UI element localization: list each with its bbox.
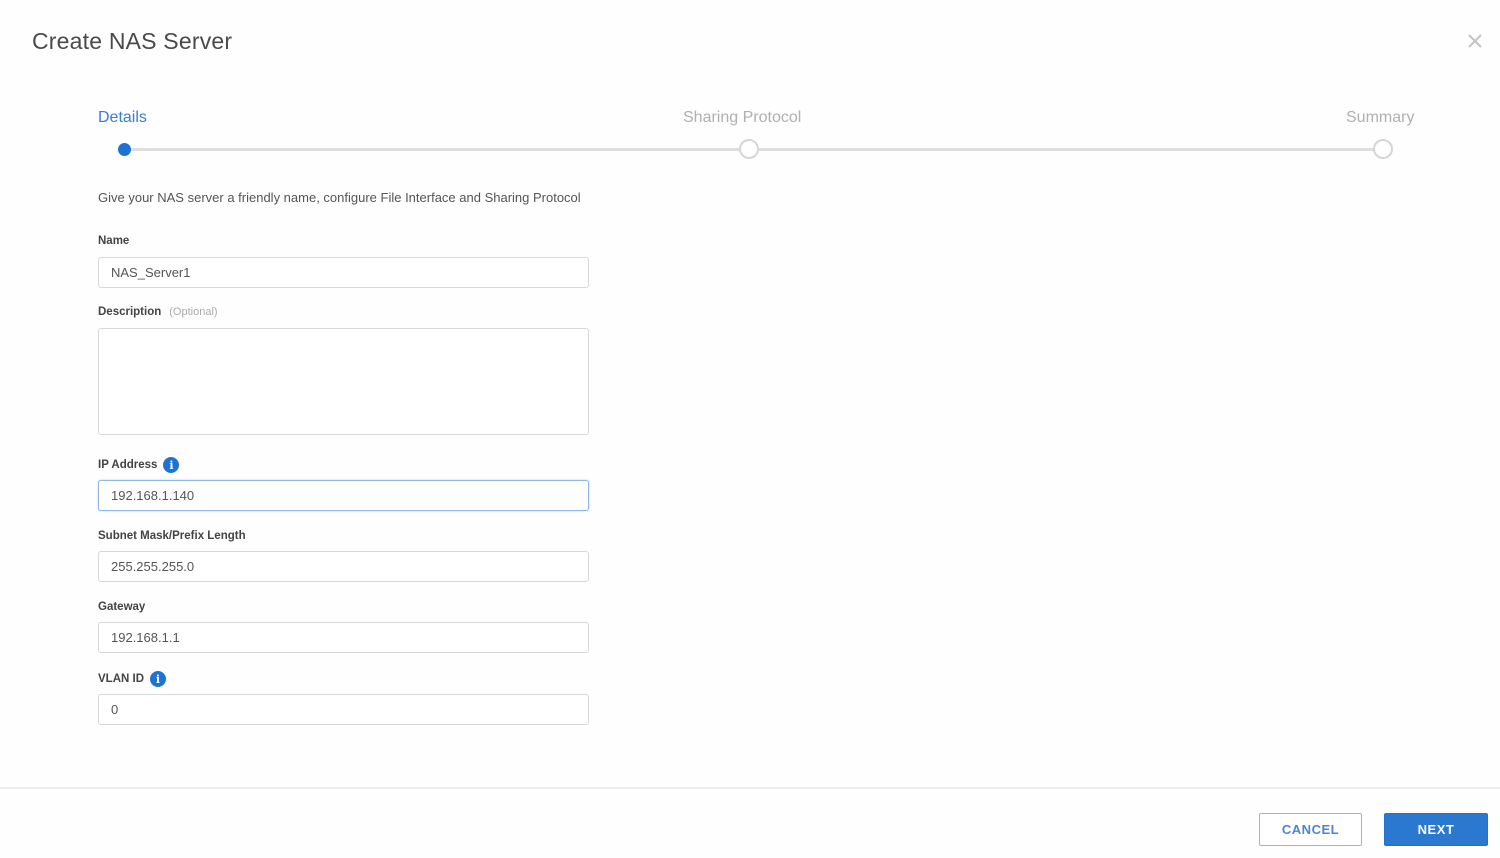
info-icon[interactable]: i (163, 457, 180, 473)
cancel-button[interactable]: CANCEL (1259, 813, 1362, 846)
vlan-label: VLAN ID i (98, 671, 166, 687)
intro-text: Give your NAS server a friendly name, co… (98, 190, 581, 205)
close-icon[interactable] (1467, 33, 1487, 53)
subnet-input[interactable] (98, 551, 589, 582)
gateway-label: Gateway (98, 601, 145, 613)
step-details[interactable]: Details (98, 109, 147, 127)
step-summary-marker (1373, 139, 1393, 159)
description-label: Description (Optional) (98, 306, 218, 318)
footer-divider (0, 787, 1500, 789)
subnet-label-text: Subnet Mask/Prefix Length (98, 530, 246, 542)
name-label: Name (98, 235, 129, 247)
ip-address-input[interactable] (98, 480, 589, 511)
next-button[interactable]: NEXT (1384, 813, 1488, 846)
name-input[interactable] (98, 257, 589, 288)
name-label-text: Name (98, 235, 130, 247)
ip-address-label: IP Address i (98, 457, 180, 473)
step-sharing-protocol: Sharing Protocol (683, 109, 802, 126)
step-summary: Summary (1346, 109, 1415, 126)
step-sharing-protocol-marker (739, 139, 759, 159)
step-details-marker (118, 143, 131, 156)
info-icon[interactable]: i (150, 671, 166, 687)
vlan-id-input[interactable] (98, 694, 589, 725)
ip-address-label-text: IP Address (98, 459, 158, 471)
gateway-input[interactable] (98, 622, 589, 653)
gateway-label-text: Gateway (98, 601, 146, 613)
description-textarea[interactable] (98, 328, 589, 435)
optional-hint: (Optional) (169, 306, 218, 318)
vlan-label-text: VLAN ID (98, 673, 144, 685)
dialog-title: Create NAS Server (32, 28, 233, 54)
description-label-text: Description (98, 306, 162, 318)
subnet-label: Subnet Mask/Prefix Length (98, 530, 246, 542)
